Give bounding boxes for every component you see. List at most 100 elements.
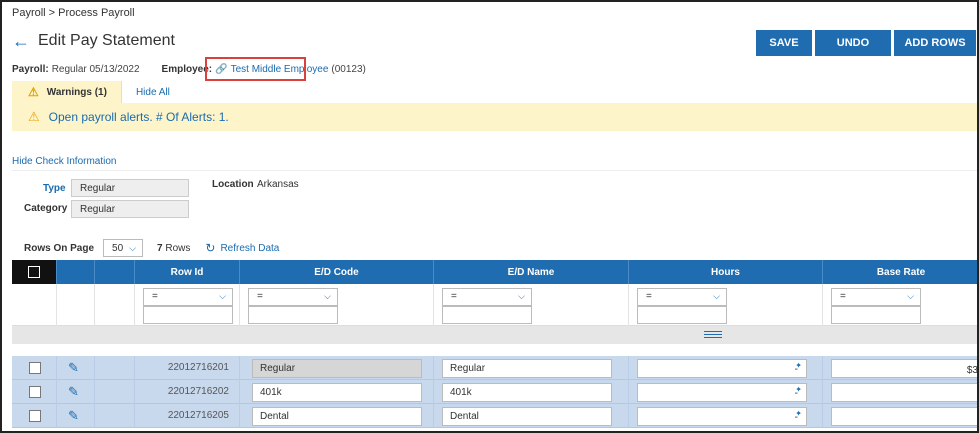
pencil-icon[interactable]: ✎ [68, 408, 79, 424]
refresh-icon: ↻ [205, 241, 216, 255]
rows-word: Rows [165, 242, 191, 254]
page-title: Edit Pay Statement [38, 32, 175, 49]
base-rate-cell [823, 380, 977, 404]
rows-on-page-value: 50 [112, 242, 124, 254]
pencil-icon[interactable]: ✎ [68, 384, 79, 400]
tab-warnings[interactable]: ⚠ Warnings (1) [12, 81, 122, 103]
filter-row-id-input[interactable] [143, 306, 233, 324]
rows-count-value: 7 [157, 242, 163, 254]
row-checkbox[interactable] [29, 410, 41, 422]
row-edit-cell: ✎ [57, 356, 95, 380]
table-row: ✎ 22012716205 Dental Dental ✦ - [12, 404, 977, 428]
rows-count: 7 Rows [157, 243, 190, 254]
filter-base-rate-operator[interactable]: = ⌵ [831, 288, 921, 306]
row-id: 22012716205 [167, 410, 229, 421]
save-button[interactable]: SAVE [756, 30, 812, 56]
refresh-label: Refresh Data [220, 242, 280, 254]
row-select-cell [12, 380, 57, 404]
base-rate-field[interactable]: $3 [831, 359, 978, 378]
chevron-down-icon: ⌵ [713, 291, 720, 301]
hide-all-link[interactable]: Hide All [136, 87, 170, 98]
chevron-down-icon: ⌵ [219, 291, 226, 301]
undo-button[interactable]: UNDO [815, 30, 891, 56]
ed-code-cell: Dental [240, 404, 434, 428]
highlight-box [205, 57, 306, 81]
table-row: ✎ 22012716201 Regular Regular ✦ - $3 [12, 356, 978, 380]
ed-name-cell: Regular [434, 356, 629, 380]
employee-id: (00123) [331, 64, 366, 75]
row-blank-cell [95, 380, 135, 404]
chevron-down-icon: ⌵ [129, 242, 136, 253]
base-rate-field[interactable] [831, 383, 977, 402]
row-checkbox[interactable] [29, 386, 41, 398]
filter-hours-operator[interactable]: = ⌵ [637, 288, 727, 306]
filter-row-id: = ⌵ [135, 284, 240, 326]
grid-toolbar: Rows On Page 50 ⌵ 7 Rows ↻ Refresh Data [24, 239, 279, 257]
filter-base-rate-input[interactable] [831, 306, 921, 324]
header-hours[interactable]: Hours [629, 260, 823, 284]
app-frame: Payroll > Process Payroll ← Edit Pay Sta… [0, 0, 979, 433]
ed-code-cell: Regular [240, 356, 434, 380]
row-id-cell: 22012716201 [135, 356, 240, 380]
add-rows-button[interactable]: ADD ROWS [894, 30, 976, 56]
filter-row: = ⌵ = ⌵ = ⌵ = ⌵ = ⌵ [12, 284, 977, 326]
row-select-cell [12, 404, 57, 428]
filter-op: = [257, 291, 263, 302]
filter-hours-input[interactable] [637, 306, 727, 324]
filter-op: = [646, 291, 652, 302]
ed-name-field[interactable]: Dental [442, 407, 612, 426]
rows-on-page-select[interactable]: 50 ⌵ [103, 239, 144, 257]
hours-field[interactable]: ✦ - [637, 383, 807, 402]
header-ed-code[interactable]: E/D Code [240, 260, 434, 284]
header-base-rate[interactable]: Base Rate [823, 260, 977, 284]
ed-code-field[interactable]: Regular [252, 359, 422, 378]
category-label: Category [24, 203, 68, 214]
filter-ed-code-input[interactable] [248, 306, 338, 324]
rows-on-page-label: Rows On Page [24, 242, 95, 254]
filter-ed-code-operator[interactable]: = ⌵ [248, 288, 338, 306]
filter-op: = [451, 291, 457, 302]
base-rate-field[interactable] [831, 407, 977, 426]
chevron-down-icon: ⌵ [907, 291, 914, 301]
hours-value: - [794, 388, 798, 399]
ed-code-field[interactable]: Dental [252, 407, 422, 426]
ed-name-field[interactable]: Regular [442, 359, 612, 378]
filter-cell-blank [12, 284, 57, 326]
ed-code-cell: 401k [240, 380, 434, 404]
hours-field[interactable]: ✦ - [637, 407, 807, 426]
base-rate-cell: $3 [823, 356, 978, 380]
alert-link[interactable]: Open payroll alerts. # Of Alerts: 1. [49, 110, 229, 124]
header-row-id[interactable]: Row Id [135, 260, 240, 284]
select-all-checkbox[interactable] [28, 266, 40, 278]
collapse-filter-icon[interactable] [704, 329, 722, 339]
row-blank-cell [95, 404, 135, 428]
filter-cell-blank [57, 284, 95, 326]
warning-icon: ⚠ [28, 85, 39, 99]
refresh-data-button[interactable]: ↻ Refresh Data [205, 241, 279, 255]
hours-cell: ✦ - [629, 356, 823, 380]
row-id-cell: 22012716205 [135, 404, 240, 428]
type-field: Regular [71, 179, 189, 197]
alert-bar: ⚠ Open payroll alerts. # Of Alerts: 1. [12, 103, 977, 131]
filter-ed-name-operator[interactable]: = ⌵ [442, 288, 532, 306]
ed-name-field[interactable]: 401k [442, 383, 612, 402]
base-rate-value: $3 [966, 365, 978, 376]
back-arrow-icon[interactable]: ← [12, 32, 30, 50]
category-field: Regular [71, 200, 189, 218]
filter-ed-name-input[interactable] [442, 306, 532, 324]
tabs-row: ⚠ Warnings (1) Hide All [12, 81, 977, 103]
filter-base-rate: = ⌵ [823, 284, 977, 326]
breadcrumb: Payroll > Process Payroll [12, 7, 135, 19]
header-edit [57, 260, 95, 284]
hide-check-link[interactable]: Hide Check Information [12, 156, 117, 167]
payroll-value: Regular 05/13/2022 [51, 64, 140, 75]
row-checkbox[interactable] [29, 362, 41, 374]
ed-code-field[interactable]: 401k [252, 383, 422, 402]
row-blank-cell [95, 356, 135, 380]
chevron-down-icon: ⌵ [324, 291, 331, 301]
filter-row-id-operator[interactable]: = ⌵ [143, 288, 233, 306]
hours-field[interactable]: ✦ - [637, 359, 807, 378]
pencil-icon[interactable]: ✎ [68, 360, 79, 376]
header-ed-name[interactable]: E/D Name [434, 260, 629, 284]
filter-ed-code: = ⌵ [240, 284, 434, 326]
